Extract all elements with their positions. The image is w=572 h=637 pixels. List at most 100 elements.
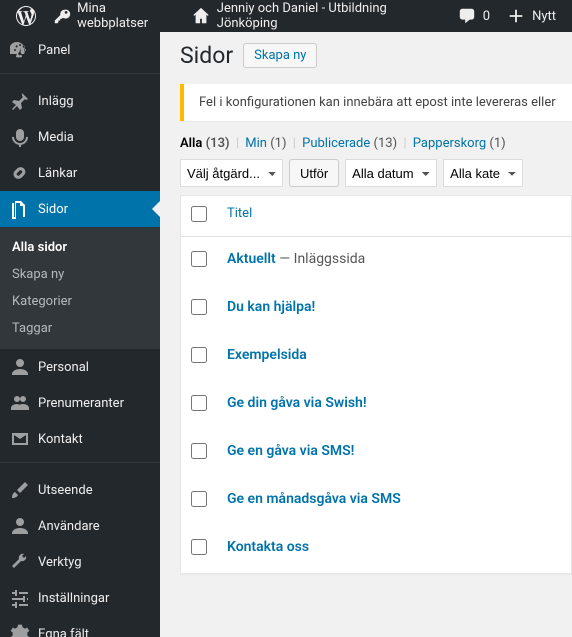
dashboard-icon [10,40,30,60]
submenu-pages: Alla sidor Skapa ny Kategorier Taggar [0,227,160,349]
home-icon [192,6,211,26]
plus-icon [506,6,526,26]
main-content: Sidor Skapa ny Fel i konfigurationen kan… [160,32,572,637]
filter-mine[interactable]: Min (1) [245,136,286,151]
my-sites-label: Mina webbplatser [77,1,176,31]
mail-icon [10,429,30,449]
row-checkbox[interactable] [191,395,207,411]
menu-appearance[interactable]: Utseende [0,472,160,508]
row-title[interactable]: Kontakta oss [227,539,309,555]
row-checkbox[interactable] [191,491,207,507]
site-name-label: Jenniy och Daniel - Utbildning Jönköping [217,1,441,31]
my-sites[interactable]: Mina webbplatser [44,0,184,32]
row-suffix: — Inläggssida [276,251,366,267]
filter-published[interactable]: Publicerade (13) [302,136,397,151]
menu-custom-fields[interactable]: Egna fält [0,616,160,637]
menu-label: Media [38,130,74,145]
menu-label: Länkar [38,166,77,181]
table-row: Ge en månadsgåva via SMS [181,477,571,525]
table-row: Ge en gåva via SMS! [181,429,571,477]
menu-media[interactable]: Media [0,119,160,155]
column-title[interactable]: Titel [227,206,252,221]
config-warning-notice: Fel i konfigurationen kan innebära att e… [180,84,572,121]
sliders-icon [10,588,30,608]
status-filters: Alla (13) | Min (1) | Publicerade (13) |… [180,136,572,151]
user-icon [10,516,30,536]
pages-table: Titel Aktuellt — Inläggssida Du kan hjälp… [180,195,572,574]
key-icon [52,6,71,26]
menu-tools[interactable]: Verktyg [0,544,160,580]
new-content[interactable]: Nytt [498,0,564,32]
menu-label: Inlägg [38,94,74,109]
menu-label: Verktyg [38,555,82,570]
filter-all[interactable]: Alla (13) [180,136,230,151]
row-checkbox[interactable] [191,251,207,267]
menu-label: Panel [38,43,70,58]
submenu-tags[interactable]: Taggar [0,315,160,342]
menu-pages[interactable]: Sidor [0,191,160,227]
menu-label: Inställningar [38,591,109,606]
bulk-action-select[interactable]: Välj åtgärd... [180,159,283,187]
filter-trash[interactable]: Papperskorg (1) [413,136,506,151]
table-row: Ge din gåva via Swish! [181,381,571,429]
site-name[interactable]: Jenniy och Daniel - Utbildning Jönköping [184,0,449,32]
menu-posts[interactable]: Inlägg [0,83,160,119]
select-all-checkbox[interactable] [191,206,207,222]
wp-logo[interactable] [8,0,44,32]
brush-icon [10,480,30,500]
submenu-create-new[interactable]: Skapa ny [0,261,160,288]
table-row: Kontakta oss [181,525,571,573]
row-checkbox[interactable] [191,539,207,555]
menu-settings[interactable]: Inställningar [0,580,160,616]
apply-button[interactable] [289,159,339,187]
notice-text: Fel i konfigurationen kan innebära att e… [199,95,556,110]
row-checkbox[interactable] [191,299,207,315]
link-icon [10,163,30,183]
table-row: Du kan hjälpa! [181,285,571,333]
row-title[interactable]: Ge en gåva via SMS! [227,443,354,459]
tablenav-top: Välj åtgärd... Alla datum Alla kateg [180,159,572,187]
menu-subscribers[interactable]: Prenumeranter [0,385,160,421]
comment-icon [457,6,477,26]
row-title[interactable]: Exempelsida [227,347,307,363]
row-title[interactable]: Du kan hjälpa! [227,299,315,315]
menu-panel[interactable]: Panel [0,32,160,68]
row-checkbox[interactable] [191,443,207,459]
pin-icon [10,91,30,111]
submenu-all-pages[interactable]: Alla sidor [0,234,160,261]
row-title[interactable]: Ge en månadsgåva via SMS [227,491,401,507]
media-icon [10,127,30,147]
page-icon [10,199,30,219]
menu-label: Utseende [38,483,93,498]
menu-label: Användare [38,519,100,534]
submenu-categories[interactable]: Kategorier [0,288,160,315]
menu-personal[interactable]: Personal [0,349,160,385]
gear-icon [10,624,30,637]
row-title[interactable]: Ge din gåva via Swish! [227,395,367,411]
menu-label: Egna fält [38,627,89,637]
wrench-icon [10,552,30,572]
row-checkbox[interactable] [191,347,207,363]
menu-users[interactable]: Användare [0,508,160,544]
create-new-button[interactable]: Skapa ny [243,43,317,68]
menu-label: Prenumeranter [38,396,124,411]
menu-label: Personal [38,360,89,375]
menu-label: Sidor [38,202,68,217]
menu-separator [0,73,160,78]
admin-sidebar: Panel Inlägg Media Länkar Sidor Alla sid… [0,32,160,637]
date-filter-select[interactable]: Alla datum [345,159,437,187]
comments[interactable]: 0 [449,0,498,32]
category-filter-select[interactable]: Alla kateg [443,159,523,187]
wordpress-icon [16,6,36,26]
menu-separator [0,462,160,467]
group-icon [10,393,30,413]
menu-contact[interactable]: Kontakt [0,421,160,457]
table-row: Aktuellt — Inläggssida [181,237,571,285]
menu-links[interactable]: Länkar [0,155,160,191]
table-row: Exempelsida [181,333,571,381]
row-title[interactable]: Aktuellt [227,251,276,267]
comments-count: 0 [483,9,490,24]
menu-label: Kontakt [38,432,83,447]
admin-toolbar: Mina webbplatser Jenniy och Daniel - Utb… [0,0,572,32]
person-icon [10,357,30,377]
